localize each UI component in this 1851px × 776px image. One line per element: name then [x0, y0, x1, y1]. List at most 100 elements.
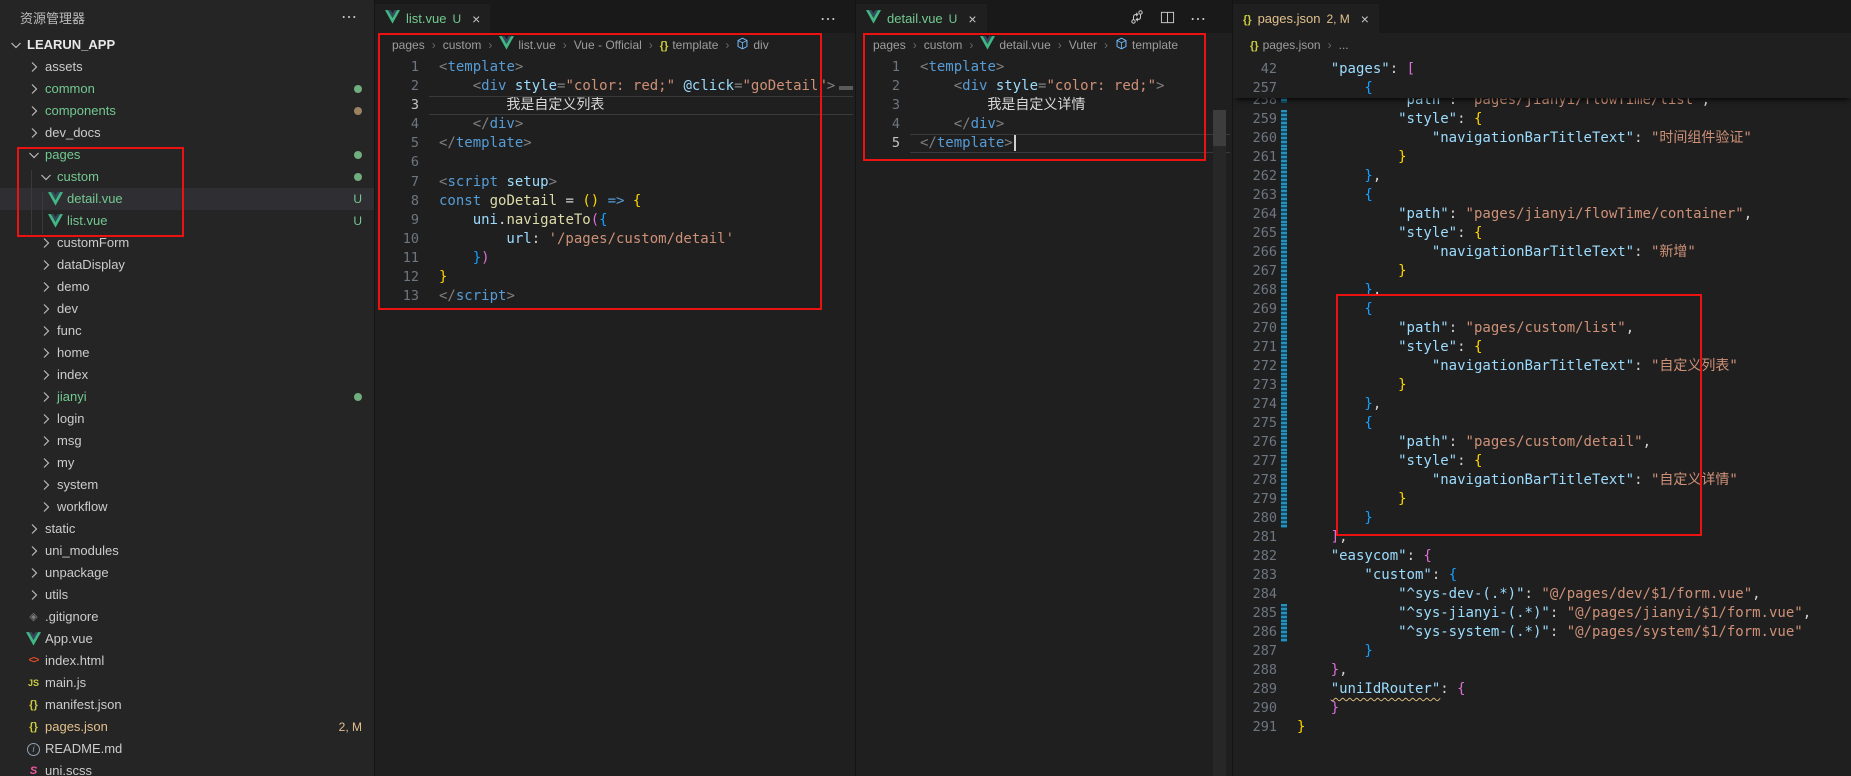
breadcrumb-item-pages.json[interactable]: {}pages.json — [1250, 38, 1321, 52]
breadcrumb-item-template[interactable]: {}template — [660, 38, 719, 52]
scrollbar[interactable] — [1213, 110, 1226, 776]
code-editor-pages-json[interactable]: 42"pages": [257{258"path": "pages/jianyi… — [1233, 56, 1851, 776]
breadcrumb-item-...[interactable]: ... — [1339, 38, 1349, 52]
tree-item-LEARUN_APP[interactable]: LEARUN_APP — [0, 34, 374, 56]
code-line-268[interactable]: 268}, — [1233, 281, 1851, 300]
breadcrumb[interactable]: pages›custom›list.vue›Vue - Official›{}t… — [375, 33, 856, 56]
code-line-276[interactable]: 276"path": "pages/custom/detail", — [1233, 433, 1851, 452]
code-line-288[interactable]: 288}, — [1233, 661, 1851, 680]
tree-item-demo[interactable]: demo — [0, 276, 374, 298]
code-line-10[interactable]: 10url: '/pages/custom/detail' — [375, 230, 856, 249]
tree-item-App.vue[interactable]: App.vue — [0, 628, 374, 650]
tree-item-assets[interactable]: assets — [0, 56, 374, 78]
tree-item-main.js[interactable]: JSmain.js — [0, 672, 374, 694]
breadcrumb-item-list.vue[interactable]: list.vue — [499, 36, 555, 53]
code-line-5[interactable]: 5</template> — [856, 134, 1233, 153]
tree-item-jianyi[interactable]: jianyi — [0, 386, 374, 408]
code-line-271[interactable]: 271"style": { — [1233, 338, 1851, 357]
code-line-266[interactable]: 266"navigationBarTitleText": "新增" — [1233, 243, 1851, 262]
code-line-287[interactable]: 287} — [1233, 642, 1851, 661]
tree-item-pages.json[interactable]: {}pages.json2, M — [0, 716, 374, 738]
code-line-269[interactable]: 269{ — [1233, 300, 1851, 319]
code-line-274[interactable]: 274}, — [1233, 395, 1851, 414]
more-actions-icon[interactable]: ⋯ — [820, 9, 837, 29]
breadcrumb-item-pages[interactable]: pages — [873, 38, 906, 52]
code-line-267[interactable]: 267} — [1233, 262, 1851, 281]
tree-item-dev_docs[interactable]: dev_docs — [0, 122, 374, 144]
breadcrumb-item-custom[interactable]: custom — [924, 38, 963, 52]
open-changes-icon[interactable] — [1129, 9, 1145, 28]
code-line-265[interactable]: 265"style": { — [1233, 224, 1851, 243]
tree-item-components[interactable]: components — [0, 100, 374, 122]
tree-item-msg[interactable]: msg — [0, 430, 374, 452]
tree-item-home[interactable]: home — [0, 342, 374, 364]
code-line-277[interactable]: 277"style": { — [1233, 452, 1851, 471]
code-line-272[interactable]: 272"navigationBarTitleText": "自定义列表" — [1233, 357, 1851, 376]
tree-item-uni_modules[interactable]: uni_modules — [0, 540, 374, 562]
code-line-259[interactable]: 259"style": { — [1233, 110, 1851, 129]
tree-item-custom[interactable]: custom — [0, 166, 374, 188]
code-line-289[interactable]: 289"uniIdRouter": { — [1233, 680, 1851, 699]
code-line-282[interactable]: 282"easycom": { — [1233, 547, 1851, 566]
tree-item-manifest.json[interactable]: {}manifest.json — [0, 694, 374, 716]
tree-item-index.html[interactable]: <>index.html — [0, 650, 374, 672]
breadcrumb-item-Vuter[interactable]: Vuter — [1069, 38, 1097, 52]
code-line-285[interactable]: 285"^sys-jianyi-(.*)": "@/pages/jianyi/$… — [1233, 604, 1851, 623]
code-line-4[interactable]: 4</div> — [856, 115, 1233, 134]
code-line-13[interactable]: 13</script> — [375, 287, 856, 306]
code-line-273[interactable]: 273} — [1233, 376, 1851, 395]
tree-item-common[interactable]: common — [0, 78, 374, 100]
tree-item-detail.vue[interactable]: detail.vueU — [0, 188, 374, 210]
tree-item-static[interactable]: static — [0, 518, 374, 540]
tree-item-unpackage[interactable]: unpackage — [0, 562, 374, 584]
breadcrumb-item-custom[interactable]: custom — [443, 38, 482, 52]
tree-item-pages[interactable]: pages — [0, 144, 374, 166]
breadcrumb-item-detail.vue[interactable]: detail.vue — [980, 36, 1050, 53]
code-line-1[interactable]: 1<template> — [856, 58, 1233, 77]
code-line-3[interactable]: 3我是自定义列表 — [375, 96, 856, 115]
tree-item-dev[interactable]: dev — [0, 298, 374, 320]
code-line-2[interactable]: 2<div style="color: red;"> — [856, 77, 1233, 96]
code-line-275[interactable]: 275{ — [1233, 414, 1851, 433]
close-icon[interactable]: × — [1361, 11, 1369, 27]
code-line-12[interactable]: 12} — [375, 268, 856, 287]
breadcrumb[interactable]: pages›custom›detail.vue›Vuter›template — [856, 33, 1233, 56]
code-line-7[interactable]: 7<script setup> — [375, 173, 856, 192]
code-line-42[interactable]: 42"pages": [ — [1233, 60, 1851, 79]
tree-item-README.md[interactable]: iREADME.md — [0, 738, 374, 760]
breadcrumb-item-pages[interactable]: pages — [392, 38, 425, 52]
code-line-257[interactable]: 257{ — [1233, 79, 1851, 98]
code-line-280[interactable]: 280} — [1233, 509, 1851, 528]
breadcrumb[interactable]: {}pages.json›... — [1233, 33, 1851, 56]
code-editor-detail-vue[interactable]: 1<template>2<div style="color: red;">3我是… — [856, 56, 1233, 776]
code-line-284[interactable]: 284"^sys-dev-(.*)": "@/pages/dev/$1/form… — [1233, 585, 1851, 604]
breadcrumb-item-template[interactable]: template — [1115, 37, 1178, 53]
code-line-258[interactable]: 258"path": "pages/jianyi/flowTime/list", — [1233, 98, 1851, 110]
sticky-scroll[interactable]: 42"pages": [257{ — [1233, 58, 1851, 98]
more-actions-icon[interactable]: ⋯ — [1190, 9, 1207, 29]
code-editor-list-vue[interactable]: 1<template>2<div style="color: red;" @cl… — [375, 56, 856, 776]
code-line-281[interactable]: 281], — [1233, 528, 1851, 547]
code-line-8[interactable]: 8const goDetail = () => { — [375, 192, 856, 211]
code-line-279[interactable]: 279} — [1233, 490, 1851, 509]
code-line-263[interactable]: 263{ — [1233, 186, 1851, 205]
tree-item-index[interactable]: index — [0, 364, 374, 386]
code-line-290[interactable]: 290} — [1233, 699, 1851, 718]
tree-item-utils[interactable]: utils — [0, 584, 374, 606]
code-line-5[interactable]: 5</template> — [375, 134, 856, 153]
tree-item-workflow[interactable]: workflow — [0, 496, 374, 518]
tab-list-vue[interactable]: list.vue U × — [375, 4, 490, 33]
tree-item-login[interactable]: login — [0, 408, 374, 430]
split-editor-icon[interactable] — [1160, 10, 1175, 28]
tree-item-uni.scss[interactable]: Suni.scss — [0, 760, 374, 776]
code-line-278[interactable]: 278"navigationBarTitleText": "自定义详情" — [1233, 471, 1851, 490]
code-line-260[interactable]: 260"navigationBarTitleText": "时间组件验证" — [1233, 129, 1851, 148]
breadcrumb-item-Vue - Official[interactable]: Vue - Official — [574, 38, 642, 52]
code-line-283[interactable]: 283"custom": { — [1233, 566, 1851, 585]
code-line-6[interactable]: 6 — [375, 153, 856, 172]
tree-item-func[interactable]: func — [0, 320, 374, 342]
tree-item-system[interactable]: system — [0, 474, 374, 496]
close-icon[interactable]: × — [968, 11, 976, 27]
code-line-264[interactable]: 264"path": "pages/jianyi/flowTime/contai… — [1233, 205, 1851, 224]
code-line-9[interactable]: 9uni.navigateTo({ — [375, 211, 856, 230]
